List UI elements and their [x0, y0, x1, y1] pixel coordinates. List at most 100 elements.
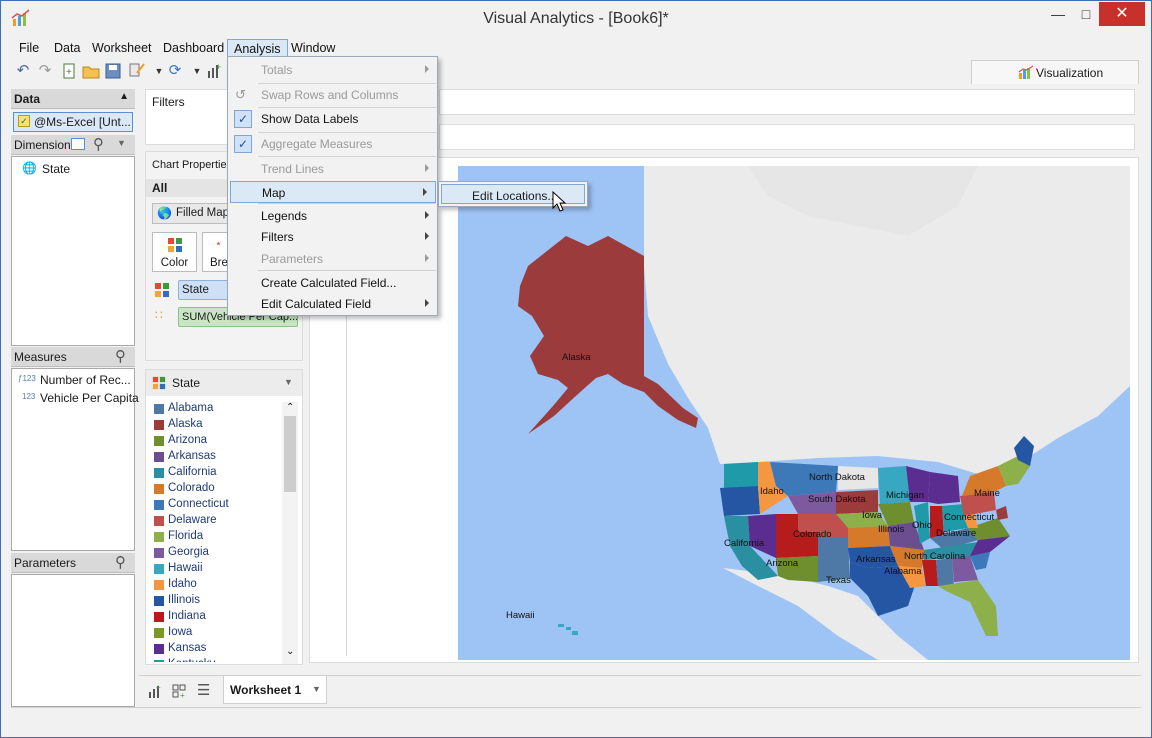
- menu-separator: [258, 156, 436, 157]
- new-worksheet-icon[interactable]: +: [147, 683, 163, 699]
- tab-worksheet-1[interactable]: Worksheet 1 ▼: [223, 676, 327, 704]
- menu-item-edit-calculated-field[interactable]: Edit Calculated Field: [228, 293, 437, 315]
- parameters-list: [11, 574, 135, 707]
- globe-icon: 🌐: [22, 161, 37, 175]
- scroll-down-icon[interactable]: ⌄: [286, 646, 294, 657]
- menu-item-label: Aggregate Measures: [261, 137, 373, 151]
- dimension-item[interactable]: 🌐 State: [16, 161, 132, 177]
- rows-shelf[interactable]: [439, 124, 1135, 150]
- refresh-icon[interactable]: ⟳: [165, 61, 185, 81]
- svg-text:+: +: [216, 62, 221, 72]
- new-sheet-icon[interactable]: +: [59, 61, 79, 81]
- worksheet-tab-menu-icon[interactable]: ▼: [312, 684, 321, 694]
- title-bar: Visual Analytics - [Book6]* — □ ✕: [1, 1, 1151, 37]
- legend-swatch: [154, 516, 164, 526]
- minimize-button[interactable]: —: [1045, 2, 1071, 26]
- menu-item-aggregate-measures[interactable]: ✓ Aggregate Measures: [228, 133, 437, 155]
- search-icon[interactable]: ⚲: [93, 135, 104, 153]
- legend-swatch: [154, 484, 164, 494]
- measure-item[interactable]: ƒ123 Number of Rec...: [16, 372, 134, 388]
- svg-text:+: +: [156, 683, 161, 692]
- menu-item-legends[interactable]: Legends: [228, 205, 437, 227]
- menu-item-filters[interactable]: Filters: [228, 226, 437, 248]
- parameters-label: Parameters: [14, 556, 77, 570]
- map-label-michigan: Michigan: [886, 490, 924, 501]
- measures-list: ƒ123 Number of Rec... 123 Vehicle Per Ca…: [11, 368, 139, 551]
- menu-item-map[interactable]: Map: [230, 181, 436, 203]
- menu-item-label: Totals: [261, 63, 293, 77]
- menu-item-totals[interactable]: Totals: [228, 59, 437, 81]
- maximize-button[interactable]: □: [1073, 2, 1099, 26]
- calculated-number-icon: ƒ123: [18, 374, 36, 383]
- menu-item-create-calculated-field[interactable]: Create Calculated Field...: [228, 272, 437, 294]
- map-label-idaho: Idaho: [760, 486, 784, 497]
- measure-item[interactable]: 123 Vehicle Per Capita: [16, 390, 139, 406]
- close-button[interactable]: ✕: [1099, 2, 1145, 26]
- sheet-list-icon[interactable]: ☰: [197, 681, 210, 699]
- map-label-hawaii: Hawaii: [506, 610, 535, 621]
- submenu-arrow-icon: [425, 232, 429, 240]
- data-panel-sort-icon[interactable]: ▲: [119, 91, 129, 102]
- menu-item-label: Legends: [261, 209, 308, 223]
- tab-visualization[interactable]: Visualization: [971, 60, 1139, 84]
- data-source-item[interactable]: ✓ @Ms-Excel [Unt...: [13, 112, 133, 132]
- menu-dashboard[interactable]: Dashboard: [157, 39, 230, 58]
- map-label-maine: Maine: [974, 488, 1000, 499]
- map-label-iowa: Iowa: [862, 510, 883, 521]
- menu-item-show-data-labels[interactable]: ✓ Show Data Labels: [228, 108, 437, 130]
- region-oregon: [720, 486, 760, 516]
- color-state-pill-label: State: [182, 284, 209, 296]
- menu-item-parameters[interactable]: Parameters: [228, 248, 437, 270]
- legend-swatch: [154, 548, 164, 558]
- save-icon[interactable]: [103, 61, 123, 81]
- undo-icon[interactable]: ↶: [13, 61, 33, 81]
- parameters-header: Parameters ⚲: [11, 553, 135, 573]
- menu-item-swap-rows-columns[interactable]: ↺ Swap Rows and Columns: [228, 84, 437, 106]
- table-view-icon[interactable]: [71, 138, 85, 150]
- map-label-alabama: Alabama: [884, 566, 922, 577]
- legend-menu-icon[interactable]: ▼: [284, 377, 293, 387]
- window-title: Visual Analytics - [Book6]*: [483, 10, 669, 27]
- dimension-label: State: [42, 162, 71, 176]
- menu-separator: [258, 203, 436, 204]
- menu-file[interactable]: File: [13, 39, 45, 58]
- legend-scroll-thumb[interactable]: [284, 416, 296, 492]
- dimensions-dropdown-icon[interactable]: ▼: [117, 138, 126, 148]
- measure-label: Number of Rec...: [40, 373, 131, 387]
- color-button[interactable]: Color: [152, 232, 197, 272]
- menu-item-trend-lines[interactable]: Trend Lines: [228, 158, 437, 180]
- legend-item-label: Arkansas: [168, 450, 216, 462]
- menu-bar: File Data Worksheet Dashboard Analysis W…: [11, 38, 1141, 58]
- format-icon[interactable]: [127, 61, 147, 81]
- legend-swatch: [154, 596, 164, 606]
- add-chart-icon[interactable]: +: [205, 61, 225, 81]
- menu-worksheet[interactable]: Worksheet: [86, 39, 158, 58]
- submenu-arrow-icon: [423, 188, 427, 196]
- checkmark-icon: ✓: [234, 110, 252, 128]
- map-label-texas: Texas: [826, 575, 851, 586]
- legend-swatch: [154, 420, 164, 430]
- refresh-dropdown-icon[interactable]: ▼: [187, 61, 207, 81]
- measure-label: Vehicle Per Capita: [40, 391, 139, 405]
- scroll-up-icon[interactable]: ⌃: [286, 402, 294, 413]
- redo-icon[interactable]: ↷: [35, 61, 55, 81]
- checkmark-icon: ✓: [234, 135, 252, 153]
- size-mark-icon: ∷: [155, 308, 163, 322]
- legend-swatch: [154, 564, 164, 574]
- new-dashboard-icon[interactable]: +: [171, 683, 187, 699]
- columns-shelf[interactable]: [439, 89, 1135, 115]
- menu-data[interactable]: Data: [48, 39, 86, 58]
- menu-item-label: Edit Calculated Field: [261, 297, 372, 311]
- filled-map[interactable]: Alaska Hawaii North Dakota South Dakota …: [458, 166, 1130, 660]
- legend-item-label: Connecticut: [168, 498, 229, 510]
- legend-item-label: Colorado: [168, 482, 215, 494]
- map-label-south-dakota: South Dakota: [808, 494, 866, 505]
- legend-scrollbar[interactable]: ⌃ ⌄: [282, 402, 298, 664]
- map-label-arkansas: Arkansas: [856, 554, 896, 565]
- data-panel-title: Data: [14, 92, 41, 106]
- svg-text:+: +: [180, 691, 185, 699]
- parameters-search-icon[interactable]: ⚲: [115, 553, 126, 571]
- measures-search-icon[interactable]: ⚲: [115, 347, 126, 365]
- open-folder-icon[interactable]: [81, 61, 101, 81]
- svg-text:+: +: [66, 67, 72, 78]
